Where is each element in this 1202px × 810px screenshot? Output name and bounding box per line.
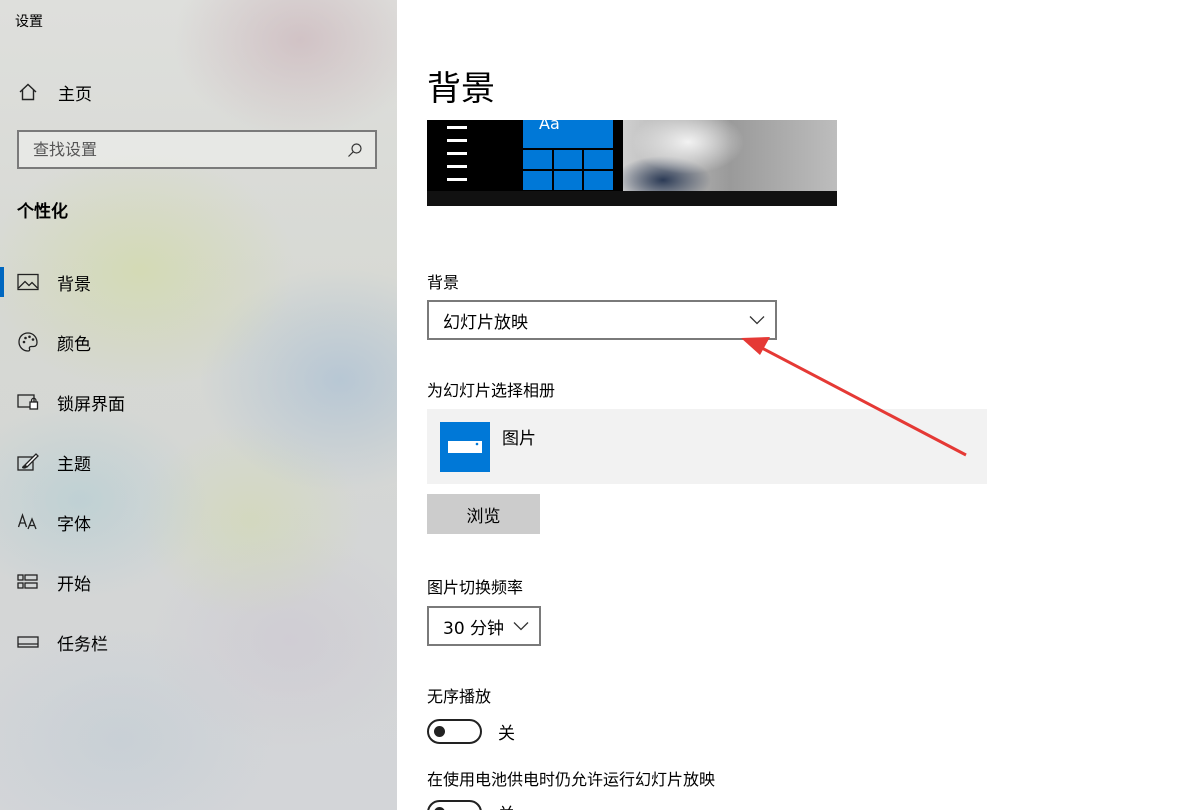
sidebar-item-label: 颜色: [57, 334, 91, 355]
battery-state: 关: [498, 800, 515, 810]
app-title: 设置: [15, 14, 43, 30]
home-icon: [16, 80, 40, 104]
background-type-value: 幻灯片放映: [443, 312, 528, 333]
preview-tile: [523, 120, 613, 148]
preview-taskbar: [427, 191, 837, 206]
start-grid-icon: [16, 570, 40, 594]
album-label: 为幻灯片选择相册: [427, 381, 556, 400]
sidebar-item-colors[interactable]: 颜色: [0, 312, 397, 372]
chevron-down-icon: [749, 310, 765, 330]
background-preview: Aa: [427, 120, 837, 206]
shuffle-state: 关: [498, 724, 515, 744]
sidebar-item-label: 字体: [57, 514, 91, 535]
battery-label: 在使用电池供电时仍允许运行幻灯片放映: [427, 770, 716, 789]
interval-value: 30 分钟: [443, 618, 505, 639]
chevron-down-icon: [513, 616, 529, 636]
sidebar-item-label: 任务栏: [57, 634, 108, 655]
interval-label: 图片切换频率: [427, 578, 524, 597]
shuffle-toggle[interactable]: [427, 719, 482, 744]
browse-button[interactable]: 浏览: [427, 494, 540, 534]
sidebar-nav: 背景 颜色 锁屏界面 主题 字体 开始 任务栏: [0, 252, 397, 672]
search-icon[interactable]: [343, 138, 367, 162]
preview-wallpaper: [623, 120, 837, 191]
sidebar-item-start[interactable]: 开始: [0, 552, 397, 612]
shuffle-toggle-row: 关: [427, 719, 515, 744]
search-input[interactable]: [33, 140, 343, 159]
sidebar-item-background[interactable]: 背景: [0, 252, 397, 312]
sidebar: 设置 主页 个性化 背景 颜色 锁屏界面: [0, 0, 397, 810]
section-title: 个性化: [17, 202, 68, 222]
palette-icon: [16, 330, 40, 354]
shuffle-label: 无序播放: [427, 687, 492, 706]
sidebar-item-label: 开始: [57, 574, 91, 595]
interval-dropdown[interactable]: 30 分钟: [427, 606, 541, 646]
lock-screen-icon: [16, 390, 40, 414]
album-name: 图片: [502, 429, 536, 449]
sidebar-item-lock-screen[interactable]: 锁屏界面: [0, 372, 397, 432]
preview-tiles: [523, 150, 613, 190]
sidebar-item-fonts[interactable]: 字体: [0, 492, 397, 552]
picture-icon: [16, 270, 40, 294]
sidebar-item-label: 背景: [57, 274, 91, 295]
battery-toggle-row: 关: [427, 800, 515, 810]
taskbar-icon: [16, 630, 40, 654]
sidebar-item-label: 主题: [57, 454, 91, 475]
home-nav-item[interactable]: 主页: [16, 78, 92, 106]
sidebar-item-taskbar[interactable]: 任务栏: [0, 612, 397, 672]
sidebar-item-label: 锁屏界面: [57, 394, 125, 415]
background-type-dropdown[interactable]: 幻灯片放映: [427, 300, 777, 340]
search-box[interactable]: [17, 130, 377, 169]
sidebar-item-themes[interactable]: 主题: [0, 432, 397, 492]
background-type-label: 背景: [427, 273, 460, 292]
main-content: 背景 Aa 背景 幻灯片放映 为幻灯片选择相册 图片 浏览 图片切换频率 30 …: [397, 0, 1202, 810]
page-title: 背景: [427, 69, 495, 109]
home-label: 主页: [58, 84, 92, 105]
theme-brush-icon: [16, 450, 40, 474]
battery-toggle[interactable]: [427, 800, 482, 810]
album-item[interactable]: 图片: [427, 409, 987, 484]
picture-folder-icon: [440, 422, 490, 472]
font-icon: [16, 510, 40, 534]
preview-tile-text: Aa: [539, 120, 560, 133]
